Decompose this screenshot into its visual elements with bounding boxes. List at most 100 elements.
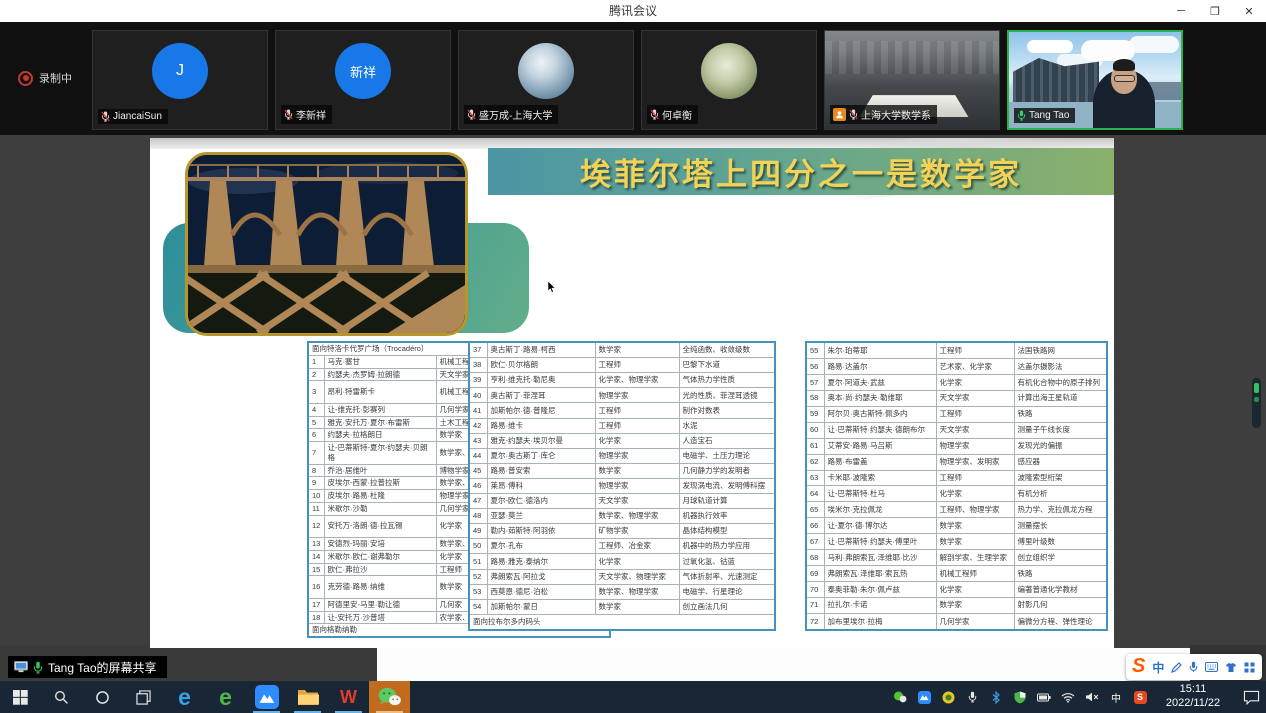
mic-muted-icon [467,109,476,120]
screen-icon [14,661,28,673]
table-row: 66让-夏尔·德·博尔达数学家测量摆长 [806,518,1107,534]
ime-skin-icon[interactable] [1225,662,1237,673]
table-row: 61艾蒂安-路易·马吕斯物理学家发现光的偏振 [806,438,1107,454]
participant-tile[interactable]: 上海大学数学系 [824,30,1000,130]
table-row: 44夏尔·奥古斯丁·库仑物理学家电磁学、土压力理论 [469,448,775,463]
cortana-button[interactable] [82,681,123,713]
share-label-text: Tang Tao的屏幕共享 [48,659,157,676]
green-browser-button[interactable]: e [205,681,246,713]
ime-keyboard-icon[interactable] [1205,662,1218,672]
table-row: 41加斯帕尔·德·普隆尼工程师制作对数表 [469,403,775,418]
window-titlebar: 腾讯会议 ─ ❐ ✕ [0,0,1266,22]
bourdonnais-table: 37奥古斯丁·路易·柯西数学家全纯函数、收敛级数38欧仁·贝尔格朗工程师巴黎下水… [468,341,776,631]
table-row: 45路易·普安索数学家几何静力学的发明者 [469,463,775,478]
participant-name: 上海大学数学系 [830,105,937,124]
task-view-button[interactable] [123,681,164,713]
screen-share-area: 埃菲尔塔上四分之一是数学家 面向特洛卡代罗广场（Trocadéro）1马克·塞甘… [0,135,1266,681]
slide-title: 埃菲尔塔上四分之一是数学家 [580,149,1022,194]
tencent-meeting-button[interactable] [246,681,287,713]
table-row: 59阿尔贝·奥古斯特·佩多内工程师铁路 [806,406,1107,422]
table-row: 43雅克-约瑟夫·埃贝尔曼化学家人造宝石 [469,433,775,448]
taskbar-search-button[interactable] [41,681,82,713]
mic-muted-icon [650,109,659,120]
annotation-sidebar-handle[interactable] [1252,378,1261,428]
search-icon [54,690,69,705]
table-row: 50夏尔·孔布工程师、冶金家机器中的热力学应用 [469,539,775,554]
avatar: 新祥 [335,43,391,99]
participant-tile[interactable]: 新祥李新祥 [275,30,451,130]
table-row: 67让·巴蒂斯特·约瑟夫·傅里叶数学家傅里叶级数 [806,534,1107,550]
maximize-icon[interactable]: ❐ [1198,0,1232,22]
table-row: 37奥古斯丁·路易·柯西数学家全纯函数、收敛级数 [469,342,775,358]
table-row: 52弗朗索瓦·阿拉戈天文学家、物理学家气体折射率、光速测定 [469,569,775,584]
ime-mic-icon[interactable] [1189,661,1198,673]
screen-share-banner[interactable]: Tang Tao的屏幕共享 [8,656,167,678]
recording-indicator: 录制中 [18,70,72,86]
table-row: 58奥本·尚·约瑟夫·勒维耶天文学家计算出海王星轨道 [806,390,1107,406]
yellow-badge-tray-icon[interactable] [936,681,960,713]
task-view-icon [136,690,151,705]
participant-name: 盛万成-上海大学 [464,105,558,124]
edge-browser-button[interactable]: e [164,681,205,713]
file-explorer-button[interactable] [287,681,328,713]
wechat-button[interactable] [369,681,410,713]
table-row: 54加斯帕尔·蒙日数学家创立画法几何 [469,599,775,614]
ime-pen-icon[interactable] [1171,662,1182,673]
clock-date: 2022/11/22 [1154,697,1232,711]
windows-logo-icon [13,690,28,705]
defender-tray-icon[interactable] [1008,681,1032,713]
table-row: 72加布里埃尔·拉梅几何学家偏微分方程、弹性理论 [806,613,1107,630]
participant-tile[interactable]: 何卓衡 [641,30,817,130]
wifi-tray-icon[interactable] [1056,681,1080,713]
table-row: 40奥古斯丁·菲涅耳物理学家光的性质、菲涅耳透镜 [469,388,775,403]
cortana-icon [95,690,110,705]
wps-icon: W [340,688,357,706]
sogou-logo-icon: S [1132,656,1145,676]
bluetooth-tray-icon[interactable] [984,681,1008,713]
edge-icon: e [178,686,191,709]
close-icon[interactable]: ✕ [1232,0,1266,22]
ime-language-icon[interactable]: 中 [1152,659,1164,676]
mouse-cursor [547,281,556,299]
taskbar-clock[interactable]: 15:11 2022/11/22 [1154,681,1232,713]
participant-strip: 录制中 JJiancaiSun新祥李新祥盛万成-上海大学 何卓衡上海大学数学系 Ta… [0,22,1266,135]
browser-icon: e [219,686,232,709]
folder-icon [297,689,319,706]
system-tray: 中 S [888,681,1152,713]
recording-label: 录制中 [39,70,72,86]
volume-muted-tray-icon[interactable] [1080,681,1104,713]
table-row: 65埃米尔·克拉佩龙工程师、物理学家热力学、克拉佩龙方程 [806,502,1107,518]
participant-tile[interactable]: JJiancaiSun [92,30,268,130]
avatar [701,43,757,99]
participant-tile[interactable]: Tang Tao [1007,30,1183,130]
ime-indicator[interactable]: 中 [1104,681,1128,713]
mic-tray-icon[interactable] [960,681,984,713]
wps-button[interactable]: W [328,681,369,713]
battery-tray-icon[interactable] [1032,681,1056,713]
table-row: 39亨利·维克托·勒尼奥化学家、物理学家气体热力学性质 [469,373,775,388]
table-row: 57夏尔·阿道夫·武兹化学家有机化合物中的原子排列 [806,374,1107,390]
table-row: 46莱昂·傅科物理学家发现涡电流、发明傅科摆 [469,478,775,493]
mic-muted-icon [284,109,293,120]
table-row: 51路易·雅克·泰纳尔化学家过氧化氢、钴蓝 [469,554,775,569]
table-row: 64让-巴蒂斯特·杜马化学家有机分析 [806,486,1107,502]
action-center-button[interactable] [1243,681,1260,713]
avatar: J [152,43,208,99]
minimize-icon[interactable]: ─ [1164,0,1198,22]
meeting-tray-icon[interactable] [912,681,936,713]
table-row: 42路易·维卡工程师水泥 [469,418,775,433]
ime-grid-icon[interactable] [1244,662,1255,673]
table-row: 63卡米耶·波隆索工程师波隆索型桁架 [806,470,1107,486]
table-row: 53西莫恩·德尼·泊松数学家、物理学家电磁学、行星理论 [469,584,775,599]
mic-on-icon [33,661,43,674]
sogou-ime-toolbar[interactable]: S 中 [1126,654,1262,680]
table-row: 49勒内·茹斯特·阿羽依矿物学家晶体结构模型 [469,524,775,539]
member-badge-icon [833,108,846,121]
wechat-tray-icon[interactable] [888,681,912,713]
slide-title-banner: 埃菲尔塔上四分之一是数学家 [488,148,1114,195]
participant-tile[interactable]: 盛万成-上海大学 [458,30,634,130]
start-button[interactable] [0,681,41,713]
eiffel-tower-illustration [188,155,465,333]
sogou-tray-icon[interactable]: S [1128,681,1152,713]
table-row: 48亚瑟·莫兰数学家、物理学家机器执行效率 [469,509,775,524]
